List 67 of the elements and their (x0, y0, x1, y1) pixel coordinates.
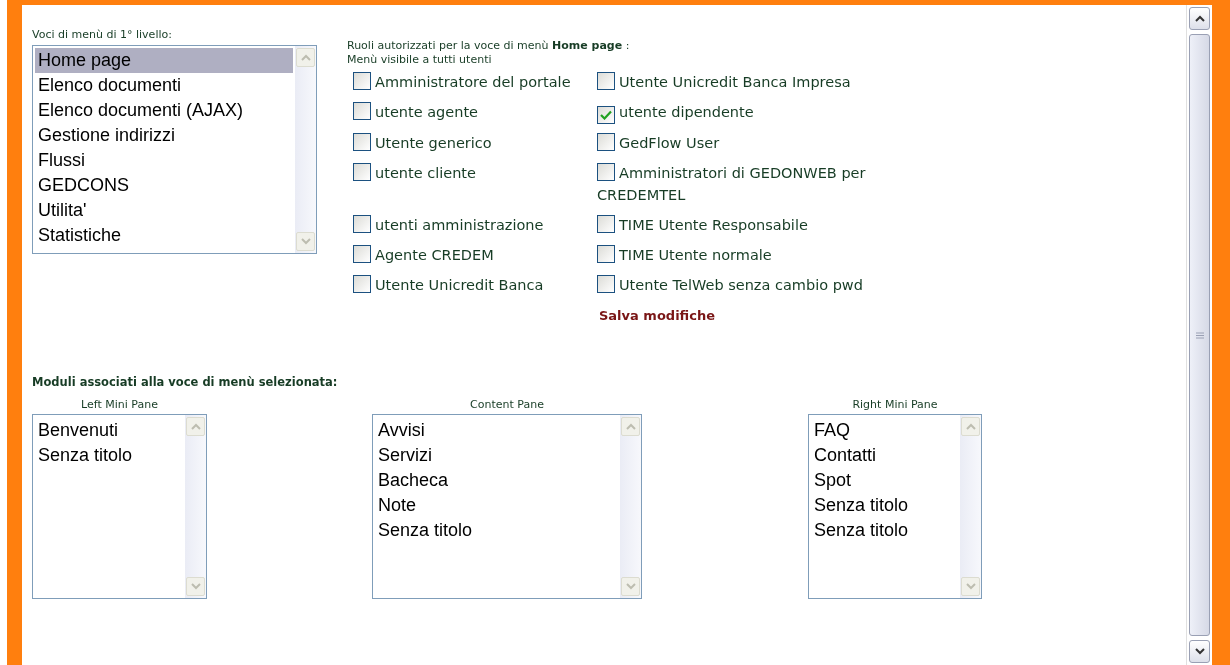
page-scrollbar[interactable] (1186, 5, 1212, 665)
module-listbox[interactable]: FAQ Contatti Spot Senza titolo Senza titolo (808, 414, 982, 599)
role-checkbox[interactable]: Amministratori di GEDONWEB per CREDEMTEL (597, 162, 942, 206)
checkbox[interactable] (597, 163, 615, 181)
checkbox[interactable] (353, 245, 371, 263)
list-item[interactable]: Senza titolo (35, 443, 183, 468)
role-checkbox[interactable]: Utente generico (347, 132, 597, 154)
menu-listbox[interactable]: Home page Elenco documenti Elenco documenti (AJAX) Gestione indirizzi Flussi GEDCONS Utilita' Statistiche (32, 45, 317, 254)
checkbox[interactable] (597, 245, 615, 263)
roles-title: Ruoli autorizzati per la voce di menù Home page : (347, 39, 631, 53)
checkbox[interactable] (353, 275, 371, 293)
checkbox[interactable] (353, 102, 371, 120)
list-item[interactable]: Senza titolo (811, 518, 958, 543)
scrollbar[interactable] (620, 415, 641, 598)
pane-label: Content Pane (469, 398, 545, 412)
role-checkbox[interactable]: GedFlow User (597, 132, 942, 154)
list-item[interactable]: Utilita' (35, 198, 293, 223)
checkbox[interactable] (353, 72, 371, 90)
grip-icon (1195, 331, 1204, 339)
role-checkbox[interactable]: Utente Unicredit Banca (347, 274, 597, 296)
role-checkbox[interactable]: utente cliente (347, 162, 597, 206)
role-checkbox[interactable]: Utente TelWeb senza cambio pwd (597, 274, 942, 296)
role-checkbox[interactable]: utente dipendente (597, 101, 942, 124)
scrollbar[interactable] (185, 415, 206, 598)
list-item[interactable]: Contatti (811, 443, 958, 468)
list-item[interactable]: Flussi (35, 148, 293, 173)
role-checkbox[interactable]: Utente Unicredit Banca Impresa (597, 71, 942, 93)
role-checkbox[interactable]: Agente CREDEM (347, 244, 597, 266)
role-checkbox[interactable]: TIME Utente normale (597, 244, 942, 266)
save-link[interactable]: Salva modifiche (347, 308, 967, 323)
checkbox[interactable] (597, 106, 615, 124)
roles-subtitle: Menù visibile a tutti utenti (347, 53, 493, 67)
checkbox[interactable] (353, 133, 371, 151)
list-item[interactable]: Elenco documenti (AJAX) (35, 98, 293, 123)
list-label: Voci di menù di 1° livello: (32, 28, 173, 42)
pane-label: Right Mini Pane (851, 398, 939, 412)
checkbox[interactable] (597, 275, 615, 293)
checkbox[interactable] (597, 72, 615, 90)
checkmark-icon (600, 110, 612, 120)
scrollbar[interactable] (960, 415, 981, 598)
list-item[interactable]: GEDCONS (35, 173, 293, 198)
list-item[interactable]: Statistiche (35, 223, 293, 248)
checkbox[interactable] (597, 133, 615, 151)
checkbox[interactable] (353, 163, 371, 181)
role-checkbox[interactable]: utente agente (347, 101, 597, 124)
checkbox[interactable] (597, 215, 615, 233)
checkbox[interactable] (353, 215, 371, 233)
list-item[interactable]: Benvenuti (35, 418, 183, 443)
role-checkbox[interactable]: utenti amministrazione (347, 214, 597, 236)
scrollbar[interactable] (295, 46, 316, 253)
pane-label: Left Mini Pane (80, 398, 159, 412)
list-item[interactable]: Senza titolo (811, 493, 958, 518)
list-item[interactable]: Spot (811, 468, 958, 493)
list-item[interactable]: Avvisi (375, 418, 618, 443)
list-item[interactable]: Home page (35, 48, 293, 73)
modules-title: Moduli associati alla voce di menù selezionata: (32, 375, 339, 389)
list-item[interactable]: Servizi (375, 443, 618, 468)
list-item[interactable]: FAQ (811, 418, 958, 443)
list-item[interactable]: Note (375, 493, 618, 518)
module-listbox[interactable]: Avvisi Servizi Bacheca Note Senza titolo (372, 414, 642, 599)
list-item[interactable]: Elenco documenti (35, 73, 293, 98)
list-item[interactable]: Bacheca (375, 468, 618, 493)
module-listbox[interactable]: Benvenuti Senza titolo (32, 414, 207, 599)
list-item[interactable]: Senza titolo (375, 518, 618, 543)
role-checkbox[interactable]: TIME Utente Responsabile (597, 214, 942, 236)
role-checkbox[interactable]: Amministratore del portale (347, 71, 597, 93)
list-item[interactable]: Gestione indirizzi (35, 123, 293, 148)
